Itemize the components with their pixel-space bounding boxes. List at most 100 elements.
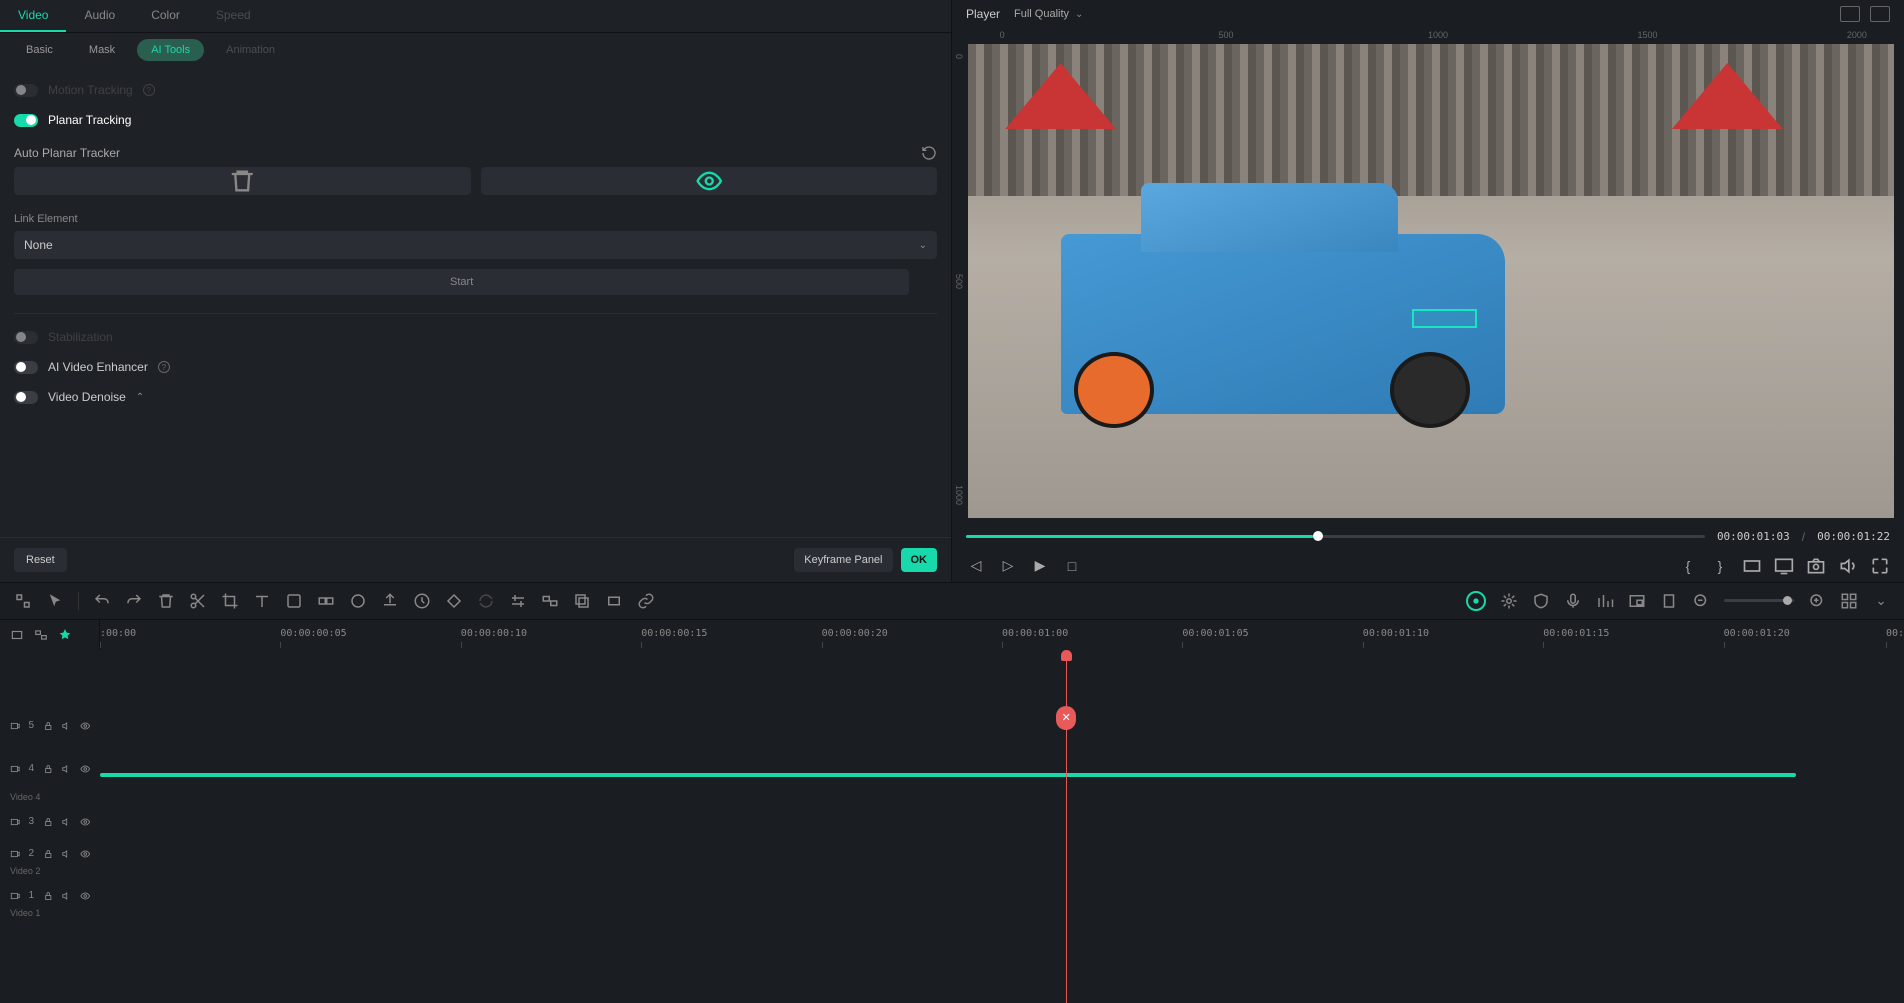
mute-icon[interactable] (61, 719, 72, 733)
pip-icon[interactable] (1628, 592, 1646, 610)
playhead-marker[interactable]: ✕ (1056, 706, 1076, 730)
tab-mask[interactable]: Mask (75, 39, 129, 61)
audio-mix-icon[interactable] (1596, 592, 1614, 610)
video-track-icon[interactable] (10, 762, 21, 776)
aspect-ratio-button[interactable] (1742, 556, 1762, 576)
tracking-region[interactable] (1412, 309, 1477, 328)
mic-icon[interactable] (1564, 592, 1582, 610)
track-icon[interactable] (34, 628, 48, 642)
play-button[interactable]: ▶ (1030, 556, 1050, 576)
crop-icon[interactable] (14, 592, 32, 610)
scrub-handle[interactable] (1313, 531, 1323, 541)
quality-select[interactable]: Full Quality ⌄ (1014, 8, 1083, 20)
zoom-in-icon[interactable] (1808, 592, 1826, 610)
text-icon[interactable] (253, 592, 271, 610)
video-track-icon[interactable] (10, 815, 21, 829)
video-track-icon[interactable] (10, 847, 21, 861)
next-frame-button[interactable]: ▷ (998, 556, 1018, 576)
compare-view-icon[interactable] (1840, 6, 1860, 22)
media-icon[interactable] (10, 628, 24, 642)
video-clip[interactable]: ▶ 09 Replace Your Video ◉ (100, 773, 1796, 777)
crop-tool-icon[interactable] (221, 592, 239, 610)
video-preview[interactable] (968, 44, 1894, 518)
info-icon[interactable]: ? (158, 361, 170, 373)
grid-icon[interactable] (1840, 592, 1858, 610)
zoom-out-icon[interactable] (1692, 592, 1710, 610)
auto-ripple-icon[interactable] (1466, 591, 1486, 611)
delete-tracker-button[interactable] (14, 167, 471, 195)
eye-icon[interactable] (80, 815, 91, 829)
quality-value: Full Quality (1014, 8, 1069, 20)
expand-icon[interactable]: ⌃ (136, 392, 144, 403)
lock-icon[interactable] (43, 815, 54, 829)
tab-basic[interactable]: Basic (12, 39, 67, 61)
timeline-ruler[interactable]: :00:00 00:00:00:05 00:00:00:10 00:00:00:… (100, 620, 1904, 650)
video-track-icon[interactable] (10, 889, 21, 903)
display-button[interactable] (1774, 556, 1794, 576)
mark-in-button[interactable]: { (1678, 556, 1698, 576)
group-icon[interactable] (541, 592, 559, 610)
adjust-icon[interactable] (509, 592, 527, 610)
zoom-handle[interactable] (1783, 596, 1792, 605)
video-track-icon[interactable] (10, 719, 21, 733)
shield-icon[interactable] (1532, 592, 1550, 610)
redo-icon[interactable] (125, 592, 143, 610)
lock-icon[interactable] (43, 762, 54, 776)
ai-video-enhancer-toggle[interactable] (14, 361, 38, 374)
layers-icon[interactable] (573, 592, 591, 610)
delete-icon[interactable] (157, 592, 175, 610)
lock-icon[interactable] (43, 889, 54, 903)
refresh-icon[interactable] (477, 592, 495, 610)
link-element-select[interactable]: None ⌄ (14, 231, 937, 259)
picture-view-icon[interactable] (1870, 6, 1890, 22)
video-denoise-toggle[interactable] (14, 391, 38, 404)
snapshot-button[interactable] (1806, 556, 1826, 576)
split-icon[interactable] (189, 592, 207, 610)
options-icon[interactable]: ⌄ (1872, 592, 1890, 610)
reset-tracker-icon[interactable] (921, 145, 937, 161)
marker-icon[interactable] (1660, 592, 1678, 610)
mute-icon[interactable] (61, 847, 72, 861)
keyframe-icon[interactable] (445, 592, 463, 610)
ok-button[interactable]: OK (901, 548, 938, 572)
lock-icon[interactable] (43, 847, 54, 861)
prev-frame-button[interactable]: ◁ (966, 556, 986, 576)
transition-icon[interactable] (317, 592, 335, 610)
speed-icon[interactable] (413, 592, 431, 610)
link-icon[interactable] (637, 592, 655, 610)
playhead[interactable] (1066, 650, 1067, 1003)
planar-tracking-toggle[interactable] (14, 114, 38, 127)
marker-auto-icon[interactable] (58, 628, 72, 642)
tab-ai-tools[interactable]: AI Tools (137, 39, 204, 61)
mute-icon[interactable] (61, 762, 72, 776)
volume-button[interactable] (1838, 556, 1858, 576)
lock-icon[interactable] (43, 719, 54, 733)
reset-button[interactable]: Reset (14, 548, 67, 572)
eye-icon[interactable] (80, 719, 91, 733)
start-button[interactable]: Start (14, 269, 909, 295)
eye-icon[interactable] (80, 889, 91, 903)
cursor-icon[interactable] (46, 592, 64, 610)
tab-audio[interactable]: Audio (66, 0, 133, 32)
tab-video[interactable]: Video (0, 0, 66, 32)
fullscreen-button[interactable] (1870, 556, 1890, 576)
mute-icon[interactable] (61, 815, 72, 829)
stop-button[interactable]: □ (1062, 556, 1082, 576)
effects-icon[interactable] (285, 592, 303, 610)
color-icon[interactable] (349, 592, 367, 610)
eye-icon[interactable] (80, 762, 91, 776)
eye-icon[interactable] (80, 847, 91, 861)
scrub-track[interactable] (966, 535, 1705, 538)
timeline-body: ✕ 5 (0, 650, 1904, 1003)
settings-gear-icon[interactable] (1500, 592, 1518, 610)
undo-icon[interactable] (93, 592, 111, 610)
view-tracker-button[interactable] (481, 167, 938, 195)
track-1-head: 1 (0, 889, 100, 903)
keyframe-panel-button[interactable]: Keyframe Panel (794, 548, 892, 572)
tab-color[interactable]: Color (133, 0, 198, 32)
export-icon[interactable] (381, 592, 399, 610)
mute-icon[interactable] (61, 889, 72, 903)
zoom-slider[interactable] (1724, 599, 1794, 602)
mark-out-button[interactable]: } (1710, 556, 1730, 576)
frame-icon[interactable] (605, 592, 623, 610)
